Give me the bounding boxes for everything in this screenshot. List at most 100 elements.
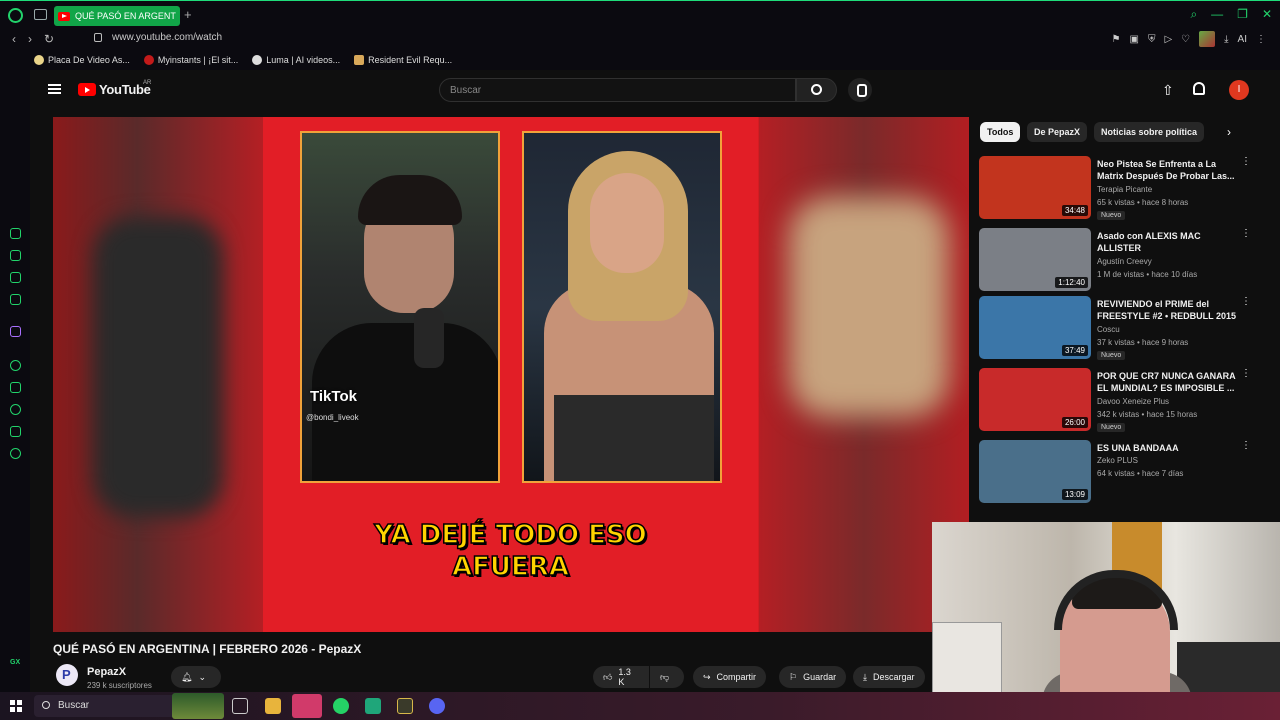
menu-hamburger-icon[interactable]: [48, 84, 61, 94]
upload-icon[interactable]: ⇧: [1162, 82, 1174, 99]
heart-icon[interactable]: ♡: [1181, 34, 1190, 45]
restore-button[interactable]: ❐: [1237, 7, 1248, 22]
rec-title[interactable]: POR QUE CR7 NUNCA GANARA EL MUNDIAL? ES …: [1097, 370, 1237, 394]
gx-player-icon[interactable]: [10, 360, 21, 371]
back-button[interactable]: ‹: [12, 32, 16, 46]
recommendation-item[interactable]: 37:49 REVIVIENDO el PRIME del FREESTYLE …: [979, 296, 1269, 360]
dislike-button[interactable]: 👎︎: [650, 666, 684, 688]
pinboard-icon[interactable]: [10, 382, 21, 393]
bookmark-item[interactable]: Myinstants | ¡El sit...: [143, 55, 238, 65]
search-button[interactable]: [796, 78, 837, 102]
rec-channel[interactable]: Davoo Xeneize Plus: [1097, 397, 1169, 406]
video-thumbnail[interactable]: 1:12:40: [979, 228, 1091, 291]
new-tab-button[interactable]: +: [184, 7, 192, 22]
more-options-icon[interactable]: ⋮: [1241, 369, 1251, 379]
history-icon[interactable]: [10, 404, 21, 415]
rec-channel[interactable]: Coscu: [1097, 325, 1120, 334]
gx-control-icon[interactable]: [10, 228, 21, 239]
download-icon: ⤓: [863, 671, 867, 682]
channel-avatar[interactable]: [56, 664, 78, 686]
minimize-button[interactable]: —: [1211, 7, 1223, 22]
rec-title[interactable]: ES UNA BANDAAA: [1097, 442, 1237, 454]
chip-from-channel[interactable]: De PepazX: [1027, 122, 1088, 142]
tab-list-icon[interactable]: [34, 9, 47, 20]
opera-gx-taskbar-icon[interactable]: [292, 694, 322, 718]
rec-channel[interactable]: Agustín Creevy: [1097, 257, 1152, 266]
file-explorer-icon[interactable]: [265, 698, 281, 714]
rec-channel[interactable]: Terapia Picante: [1097, 185, 1152, 194]
opera-gx-logo-icon[interactable]: [8, 8, 23, 23]
search-input[interactable]: Buscar: [439, 78, 796, 102]
download-button[interactable]: ⤓ Descargar: [853, 666, 925, 688]
chevron-right-icon[interactable]: ›: [1227, 125, 1231, 139]
like-button[interactable]: 👍︎ 1.3 K: [593, 666, 649, 688]
gx-mods-icon[interactable]: [10, 294, 21, 305]
video-thumbnail[interactable]: 37:49: [979, 296, 1091, 359]
chip-all[interactable]: Todos: [980, 122, 1021, 142]
windows-taskbar: Buscar: [0, 692, 1280, 720]
reload-button[interactable]: ↻: [44, 32, 54, 46]
snapshot-icon[interactable]: ▣: [1130, 34, 1139, 45]
address-url[interactable]: www.youtube.com/watch: [112, 32, 222, 43]
download-icon[interactable]: ⤓: [1224, 34, 1228, 45]
more-options-icon[interactable]: ⋮: [1241, 297, 1251, 307]
browser-tab-active[interactable]: QUÉ PASÓ EN ARGENT: [54, 6, 180, 26]
rec-meta: 342 k vistas • hace 15 horas: [1097, 410, 1198, 419]
microphone: [414, 308, 444, 368]
save-button[interactable]: ⚐ Guardar: [779, 666, 847, 688]
more-options-icon[interactable]: ⋮: [1241, 157, 1251, 167]
rec-title[interactable]: Asado con ALEXIS MAC ALLISTER: [1097, 230, 1237, 254]
chip-politics-news[interactable]: Noticias sobre política: [1094, 122, 1205, 142]
video-caption: YA DEJÉ TODO ESO AFUERA: [263, 519, 758, 583]
more-options-icon[interactable]: ⋮: [1241, 441, 1251, 451]
lock-icon: [94, 33, 102, 42]
shield-icon[interactable]: ⛨: [1148, 34, 1156, 45]
notifications-bell-icon[interactable]: [1193, 82, 1205, 95]
bookmark-icon[interactable]: ⚑: [1112, 34, 1121, 45]
bookmark-item[interactable]: Placa De Video As...: [34, 55, 130, 65]
recommendation-item[interactable]: 13:09 ES UNA BANDAAA Zeko PLUS 64 k vist…: [979, 440, 1269, 504]
video-player[interactable]: TikTok @bondi_liveok YA DEJÉ TODO ESO AF…: [53, 117, 969, 632]
recommendation-item[interactable]: 1:12:40 Asado con ALEXIS MAC ALLISTER Ag…: [979, 228, 1269, 292]
video-thumbnail[interactable]: 34:48: [979, 156, 1091, 219]
left-clip-man: TikTok @bondi_liveok: [300, 131, 500, 483]
rec-channel[interactable]: Zeko PLUS: [1097, 456, 1138, 465]
settings-icon[interactable]: [10, 448, 21, 459]
bookmark-item[interactable]: Resident Evil Requ...: [354, 55, 452, 65]
twitch-icon[interactable]: [10, 326, 21, 337]
recommendation-item[interactable]: 26:00 POR QUE CR7 NUNCA GANARA EL MUNDIA…: [979, 368, 1269, 432]
close-window-button[interactable]: ✕: [1262, 7, 1272, 22]
search-tabs-icon[interactable]: ⌕: [1190, 7, 1197, 22]
youtube-logo[interactable]: YouTube: [78, 82, 151, 97]
extensions-icon[interactable]: [10, 426, 21, 437]
forward-button[interactable]: ›: [28, 32, 32, 46]
menu-icon[interactable]: ⋮: [1256, 34, 1266, 45]
bookmark-favicon-icon: [143, 55, 154, 65]
gx-news-icon[interactable]: [10, 272, 21, 283]
address-bar-row: ‹ › ↻ www.youtube.com/watch ⚑ ▣ ⛨ ▷ ♡ ⤓ …: [0, 28, 1280, 50]
more-options-icon[interactable]: ⋮: [1241, 229, 1251, 239]
video-thumbnail[interactable]: 13:09: [979, 440, 1091, 503]
app-icon[interactable]: [365, 698, 381, 714]
video-thumbnail[interactable]: 26:00: [979, 368, 1091, 431]
search-icon: [811, 84, 822, 95]
discord-icon[interactable]: [429, 698, 445, 714]
share-button[interactable]: ↪ Compartir: [693, 666, 767, 688]
profile-avatar[interactable]: [1199, 31, 1216, 47]
game-launcher-icon[interactable]: [397, 698, 413, 714]
whatsapp-icon[interactable]: [333, 698, 349, 714]
windows-start-icon[interactable]: [10, 700, 22, 712]
ai-button[interactable]: AI: [1238, 34, 1247, 45]
recommendation-item[interactable]: 34:48 Neo Pistea Se Enfrenta a La Matrix…: [979, 156, 1269, 220]
gx-corner-icon[interactable]: [10, 250, 21, 261]
rec-title[interactable]: REVIVIENDO el PRIME del FREESTYLE #2 • R…: [1097, 298, 1237, 322]
play-icon[interactable]: ▷: [1164, 34, 1172, 45]
channel-name[interactable]: PepazX: [87, 666, 126, 678]
subscribe-bell-button[interactable]: 🔔︎ ⌄: [171, 666, 221, 688]
account-avatar[interactable]: I: [1229, 80, 1249, 100]
bookmark-item[interactable]: Luma | AI videos...: [252, 55, 340, 65]
rec-title[interactable]: Neo Pistea Se Enfrenta a La Matrix Despu…: [1097, 158, 1237, 182]
youtube-favicon-icon: [58, 11, 70, 21]
voice-search-button[interactable]: [848, 78, 872, 102]
task-view-icon[interactable]: [232, 698, 248, 714]
